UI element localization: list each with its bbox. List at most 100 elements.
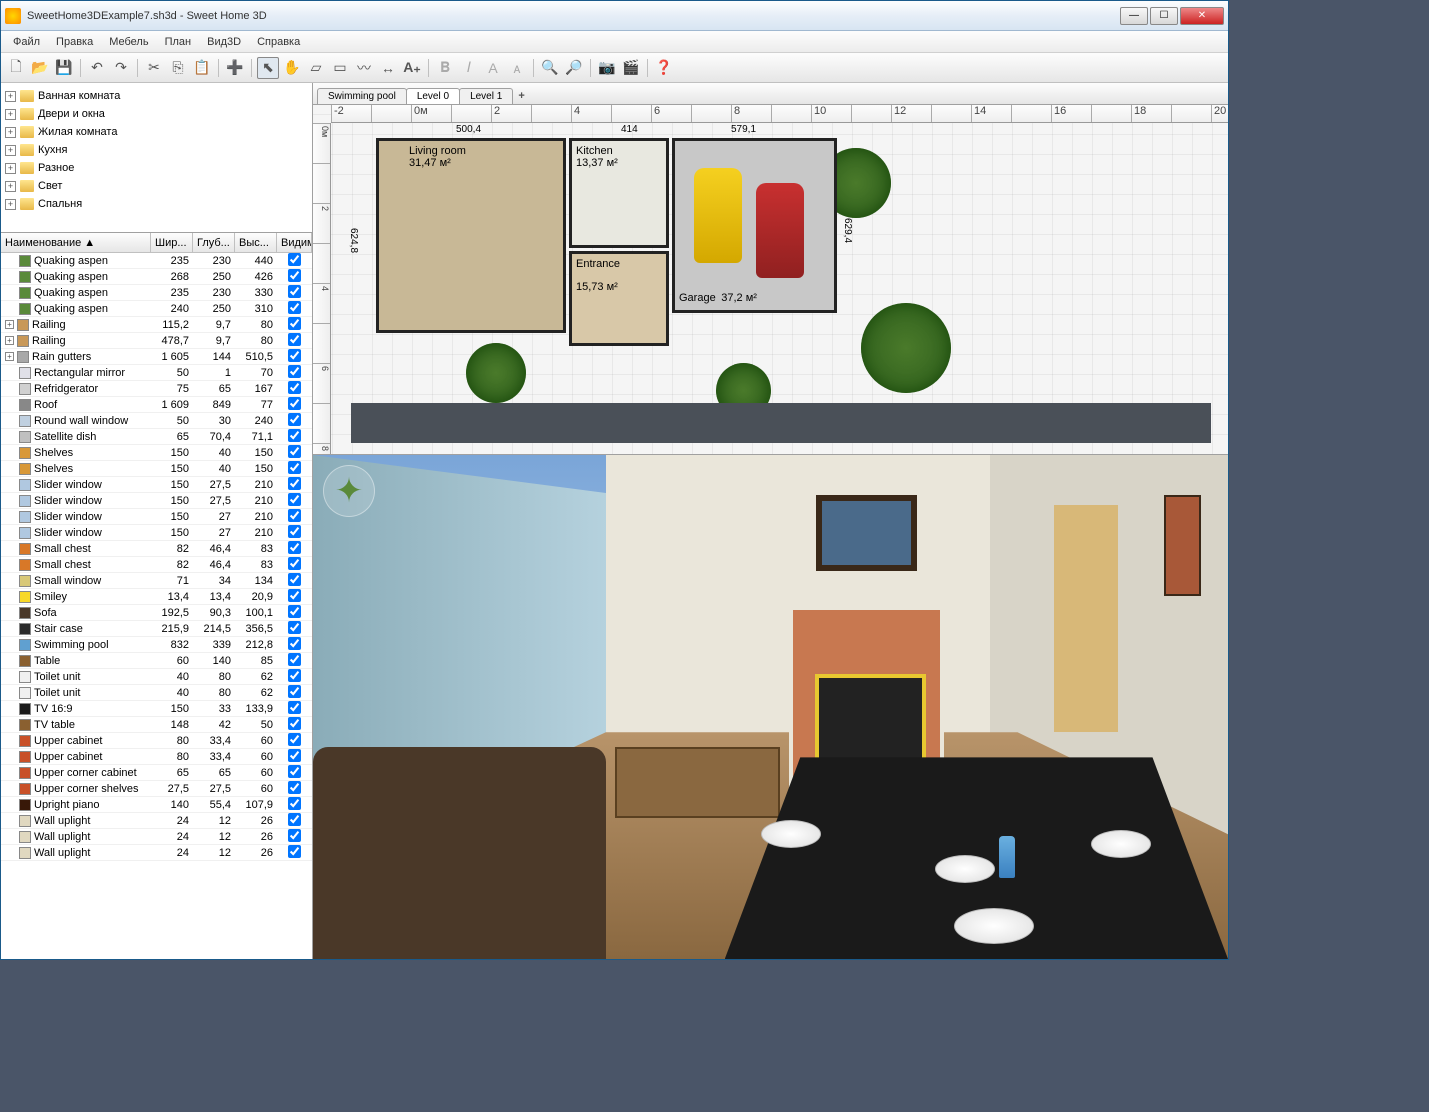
visible-checkbox[interactable] (288, 717, 301, 730)
visible-checkbox[interactable] (288, 285, 301, 298)
visible-checkbox[interactable] (288, 413, 301, 426)
save-icon[interactable]: 💾 (53, 57, 75, 79)
undo-icon[interactable]: ↶ (86, 57, 108, 79)
visible-checkbox[interactable] (288, 333, 301, 346)
furniture-row[interactable]: Shelves15040150 (1, 445, 312, 461)
visible-checkbox[interactable] (288, 765, 301, 778)
polyline-icon[interactable]: 〰 (353, 57, 375, 79)
furniture-row[interactable]: Upper cabinet8033,460 (1, 749, 312, 765)
menu-plan[interactable]: План (157, 34, 200, 50)
close-button[interactable]: ✕ (1180, 7, 1224, 25)
minimize-button[interactable]: — (1120, 7, 1148, 25)
catalog-node[interactable]: +Свет (5, 177, 308, 195)
visible-checkbox[interactable] (288, 381, 301, 394)
furniture-row[interactable]: Sofa192,590,3100,1 (1, 605, 312, 621)
text-size-up-icon[interactable]: A (482, 57, 504, 79)
visible-checkbox[interactable] (288, 669, 301, 682)
col-name[interactable]: Наименование ▲ (1, 233, 151, 252)
furniture-row[interactable]: Wall uplight241226 (1, 845, 312, 861)
visible-checkbox[interactable] (288, 653, 301, 666)
furniture-row[interactable]: Slider window15027210 (1, 525, 312, 541)
visible-checkbox[interactable] (288, 317, 301, 330)
furniture-row[interactable]: TV 16:915033133,9 (1, 701, 312, 717)
expand-icon[interactable]: + (5, 181, 16, 192)
col-visible[interactable]: Видимо... (277, 233, 312, 252)
furniture-row[interactable]: Quaking aspen240250310 (1, 301, 312, 317)
titlebar[interactable]: SweetHome3DExample7.sh3d - Sweet Home 3D… (1, 1, 1228, 31)
furniture-row[interactable]: Quaking aspen235230330 (1, 285, 312, 301)
expand-icon[interactable]: + (5, 91, 16, 102)
furniture-row[interactable]: Quaking aspen235230440 (1, 253, 312, 269)
menu-help[interactable]: Справка (249, 34, 308, 50)
catalog-node[interactable]: +Разное (5, 159, 308, 177)
furniture-row[interactable]: Wall uplight241226 (1, 829, 312, 845)
catalog-node[interactable]: +Кухня (5, 141, 308, 159)
photo-icon[interactable]: 📷 (596, 57, 618, 79)
menu-furniture[interactable]: Мебель (101, 34, 156, 50)
furniture-row[interactable]: Smiley13,413,420,9 (1, 589, 312, 605)
visible-checkbox[interactable] (288, 813, 301, 826)
catalog-node[interactable]: +Жилая комната (5, 123, 308, 141)
visible-checkbox[interactable] (288, 749, 301, 762)
furniture-row[interactable]: Small window7134134 (1, 573, 312, 589)
visible-checkbox[interactable] (288, 461, 301, 474)
add-level-button[interactable]: + (512, 88, 530, 104)
furniture-row[interactable]: Swimming pool832339212,8 (1, 637, 312, 653)
menu-view3d[interactable]: Вид3D (199, 34, 249, 50)
visible-checkbox[interactable] (288, 429, 301, 442)
furniture-catalog[interactable]: +Ванная комната+Двери и окна+Жилая комна… (1, 83, 312, 233)
catalog-node[interactable]: +Спальня (5, 195, 308, 213)
car-red[interactable] (756, 183, 804, 278)
open-icon[interactable]: 📂 (29, 57, 51, 79)
furniture-row[interactable]: Small chest8246,483 (1, 541, 312, 557)
floorplan-canvas[interactable]: Living room31,47 м² Kitchen13,37 м² Entr… (331, 123, 1228, 454)
col-width[interactable]: Шир... (151, 233, 193, 252)
tab-level-1[interactable]: Level 1 (459, 88, 513, 104)
furniture-row[interactable]: Quaking aspen268250426 (1, 269, 312, 285)
text-size-down-icon[interactable]: ᴀ (506, 57, 528, 79)
expand-icon[interactable]: + (5, 320, 14, 329)
visible-checkbox[interactable] (288, 845, 301, 858)
dimension-icon[interactable]: ↔ (377, 57, 399, 79)
visible-checkbox[interactable] (288, 557, 301, 570)
room-living[interactable]: Living room31,47 м² (376, 138, 566, 333)
furniture-list[interactable]: Quaking aspen235230440Quaking aspen26825… (1, 253, 312, 959)
visible-checkbox[interactable] (288, 525, 301, 538)
visible-checkbox[interactable] (288, 477, 301, 490)
plan-view-2d[interactable]: -20м246810121416182022242628 0м246810 Li… (313, 105, 1228, 455)
visible-checkbox[interactable] (288, 701, 301, 714)
visible-checkbox[interactable] (288, 445, 301, 458)
expand-icon[interactable]: + (5, 352, 14, 361)
text-italic-icon[interactable]: 𝐼 (458, 57, 480, 79)
cut-icon[interactable]: ✂ (143, 57, 165, 79)
furniture-row[interactable]: Satellite dish6570,471,1 (1, 429, 312, 445)
visible-checkbox[interactable] (288, 365, 301, 378)
car-yellow[interactable] (694, 168, 742, 263)
furniture-row[interactable]: Shelves15040150 (1, 461, 312, 477)
furniture-row[interactable]: +Railing115,29,780 (1, 317, 312, 333)
visible-checkbox[interactable] (288, 493, 301, 506)
visible-checkbox[interactable] (288, 349, 301, 362)
furniture-row[interactable]: Wall uplight241226 (1, 813, 312, 829)
furniture-row[interactable]: +Railing478,79,780 (1, 333, 312, 349)
furniture-row[interactable]: Upper corner shelves27,527,560 (1, 781, 312, 797)
furniture-row[interactable]: Upright piano14055,4107,9 (1, 797, 312, 813)
zoom-in-icon[interactable]: 🔍 (539, 57, 561, 79)
col-depth[interactable]: Глуб... (193, 233, 235, 252)
visible-checkbox[interactable] (288, 253, 301, 266)
visible-checkbox[interactable] (288, 397, 301, 410)
furniture-row[interactable]: Stair case215,9214,5356,5 (1, 621, 312, 637)
menu-file[interactable]: Файл (5, 34, 48, 50)
visible-checkbox[interactable] (288, 509, 301, 522)
add-furniture-icon[interactable]: ➕ (224, 57, 246, 79)
furniture-row[interactable]: Slider window15027,5210 (1, 493, 312, 509)
furniture-row[interactable]: Round wall window5030240 (1, 413, 312, 429)
furniture-row[interactable]: Upper cabinet8033,460 (1, 733, 312, 749)
furniture-row[interactable]: Rectangular mirror50170 (1, 365, 312, 381)
tab-level-0[interactable]: Level 0 (406, 88, 460, 104)
visible-checkbox[interactable] (288, 589, 301, 602)
visible-checkbox[interactable] (288, 797, 301, 810)
furniture-row[interactable]: Roof1 60984977 (1, 397, 312, 413)
catalog-node[interactable]: +Ванная комната (5, 87, 308, 105)
pan-icon[interactable]: ✋ (281, 57, 303, 79)
